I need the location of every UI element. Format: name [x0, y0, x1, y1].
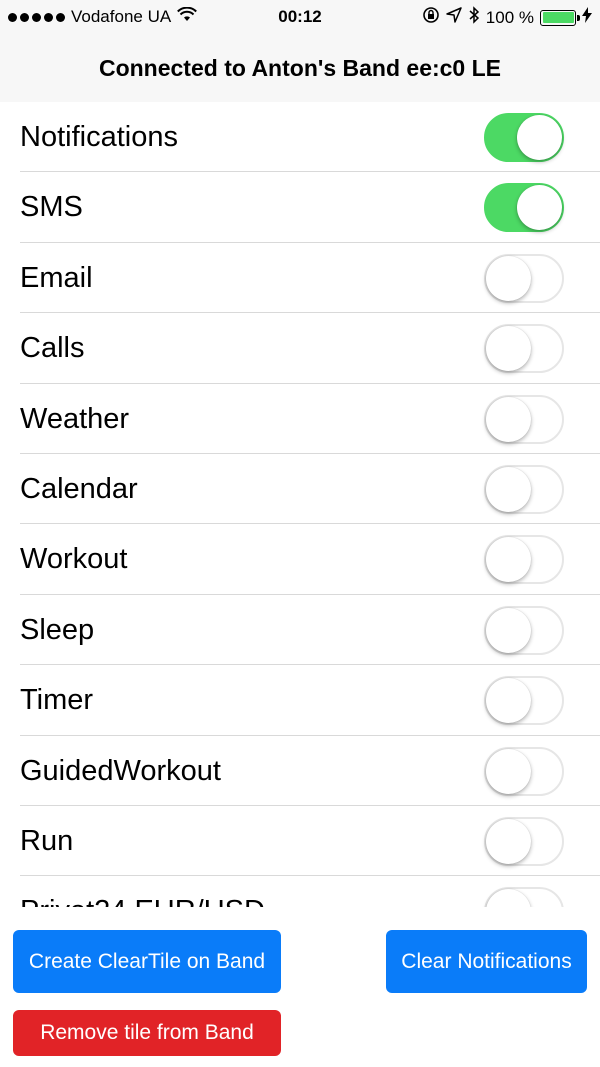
toggle-switch[interactable] [484, 464, 564, 514]
connection-title: Connected to Anton's Band ee:c0 LE [98, 54, 502, 81]
toggle-knob [486, 678, 531, 724]
setting-label: Run [20, 824, 74, 857]
toggle-knob [486, 466, 531, 512]
setting-label: Notifications [20, 121, 178, 153]
toggle-knob [517, 185, 562, 231]
setting-label: Privat24 EUR/USD [20, 876, 265, 907]
toggle-knob [486, 607, 531, 653]
toggle-knob [486, 396, 531, 442]
setting-label: SMS [20, 191, 83, 224]
toggle-knob [486, 748, 531, 794]
battery-percent: 100 % [485, 7, 534, 27]
rotation-lock-icon [422, 6, 440, 29]
setting-row: Calendar [0, 454, 600, 525]
toggle-switch[interactable] [484, 746, 564, 796]
toggle-switch[interactable] [484, 183, 564, 233]
status-right: 100 % [422, 6, 592, 29]
setting-label: Email [20, 261, 93, 294]
toggle-switch[interactable] [484, 535, 564, 585]
setting-label: Calendar [20, 472, 138, 505]
setting-row: Email [0, 243, 600, 314]
connection-header: Connected to Anton's Band ee:c0 LE [0, 34, 600, 102]
setting-row: Calls [0, 313, 600, 384]
toggle-knob [486, 537, 531, 583]
setting-row: Notifications [0, 102, 600, 173]
toggle-switch[interactable] [484, 113, 564, 162]
toggle-knob [517, 115, 562, 160]
setting-row: Privat24 EUR/USD [0, 876, 600, 907]
setting-label: Workout [20, 543, 128, 576]
toggle-switch[interactable] [484, 816, 564, 866]
setting-label: GuidedWorkout [20, 754, 221, 787]
setting-row: GuidedWorkout [0, 736, 600, 807]
setting-row: Timer [0, 665, 600, 736]
settings-list[interactable]: Notifications SMS Email Calls Weather Calenda… [0, 102, 600, 907]
setting-label: Calls [20, 332, 85, 365]
create-tile-button[interactable]: Create ClearTile on Band [13, 930, 281, 993]
clear-notifications-button[interactable]: Clear Notifications [386, 930, 587, 993]
toggle-knob [486, 889, 531, 907]
toggle-switch[interactable] [484, 324, 564, 374]
remove-tile-button[interactable]: Remove tile from Band [13, 1010, 281, 1056]
bluetooth-icon [468, 6, 480, 29]
status-bar: Vodafone UA 00:12 100 % [0, 0, 600, 34]
toggle-switch[interactable] [484, 605, 564, 655]
toggle-switch[interactable] [484, 887, 564, 907]
toggle-knob [486, 255, 531, 301]
setting-row: SMS [0, 172, 600, 244]
setting-label: Sleep [20, 613, 95, 646]
toggle-switch[interactable] [484, 394, 564, 444]
setting-row: Workout [0, 524, 600, 596]
setting-label: Weather [20, 402, 130, 435]
setting-row: Weather [0, 384, 600, 455]
toggle-knob [486, 818, 531, 864]
setting-row: Sleep [0, 595, 600, 666]
toggle-switch[interactable] [484, 676, 564, 726]
setting-row: Run [0, 806, 600, 877]
toggle-knob [486, 326, 531, 372]
location-arrow-icon [446, 7, 462, 28]
battery-icon [540, 9, 580, 26]
toggle-switch[interactable] [484, 253, 564, 303]
charging-bolt-icon [582, 7, 592, 28]
setting-label: Timer [20, 684, 94, 717]
